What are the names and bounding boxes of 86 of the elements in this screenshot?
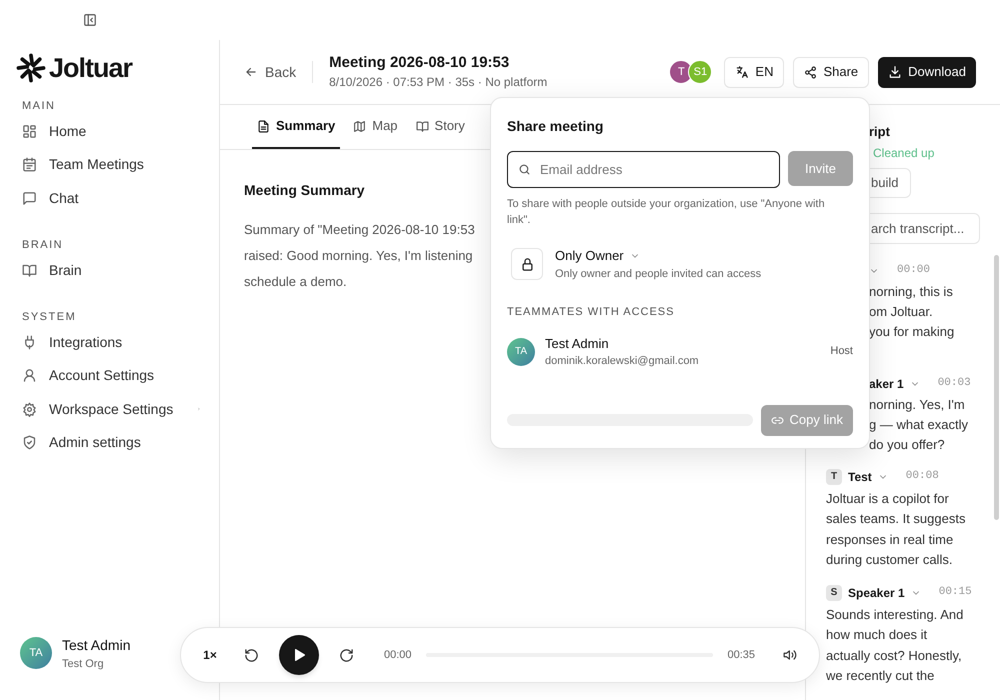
transcript-line: norning. Yes, I'm <box>869 396 966 414</box>
nav-item[interactable]: Admin settings <box>16 426 201 460</box>
document-icon <box>257 120 270 132</box>
meeting-meta: 8/10/2026 · 07:53 PM · 35s · No platform <box>329 74 548 91</box>
volume-icon <box>783 648 797 662</box>
transcript-text: Joltuar is a copilot for sales teams. It suggests responses in real time during customer calls. <box>826 490 966 569</box>
translate-icon <box>735 65 750 79</box>
nav-item[interactable]: Integrations <box>16 326 201 359</box>
sidebar-toggle-icon[interactable] <box>83 13 97 27</box>
org-name: Test Org <box>62 656 105 672</box>
meeting-title: Meeting 2026-08-10 19:53 <box>329 53 510 73</box>
speaker-name: aker 1 <box>869 376 904 392</box>
grid-icon <box>22 124 37 139</box>
user-name: Test Admin <box>62 636 130 654</box>
nav-item[interactable]: Brain <box>16 254 201 287</box>
arrow-left-icon <box>244 65 258 79</box>
plug-icon <box>22 334 37 350</box>
access-dropdown[interactable]: Only Owner <box>555 246 762 266</box>
transcript-line: norning, this is <box>869 282 954 301</box>
timestamp: 00:03 <box>938 376 971 392</box>
user-icon <box>22 368 37 384</box>
transcript-line: do you offer? <box>869 436 946 454</box>
download-button[interactable]: Download <box>878 56 976 88</box>
nav-item[interactable]: Workspace Settings <box>16 392 201 426</box>
language-button[interactable]: EN <box>724 56 784 88</box>
nav-item[interactable]: Chat <box>16 182 201 215</box>
calendar-icon <box>22 157 37 172</box>
gear-icon <box>22 402 37 417</box>
member-role: Host <box>830 344 853 360</box>
transcript-line: you for making <box>869 322 956 341</box>
tab[interactable]: Summary <box>252 105 340 149</box>
forward-button[interactable] <box>339 648 354 662</box>
logo-icon <box>16 51 46 85</box>
speaker-name: Speaker 1 <box>848 584 905 602</box>
rewind-icon <box>244 648 259 662</box>
shield-check-icon <box>22 435 37 450</box>
summary-heading: Meeting Summary <box>244 181 366 200</box>
share-icon <box>804 66 818 78</box>
section-heading: BRAIN <box>21 238 64 253</box>
volume-button[interactable] <box>783 648 797 662</box>
map-icon <box>353 120 366 132</box>
search-icon <box>518 163 531 176</box>
member-email: dominik.koralewski@gmail.com <box>545 354 700 369</box>
nav-item[interactable]: Team Meetings <box>16 148 201 182</box>
section-heading: MAIN <box>21 99 56 114</box>
status-text: Cleaned up <box>873 144 936 162</box>
member-name: Test Admin <box>545 334 610 352</box>
speaker-badge: S <box>826 584 842 600</box>
forward-icon <box>339 648 354 662</box>
share-button[interactable]: Share <box>793 56 870 88</box>
email-field[interactable]: Email address <box>507 151 780 188</box>
member-avatar: TA <box>507 338 535 366</box>
tab[interactable]: Story <box>410 105 470 149</box>
timestamp: 00:00 <box>897 263 930 278</box>
logo-text: Joltuar <box>49 54 132 82</box>
back-button[interactable]: Back <box>244 62 296 82</box>
rewind-button[interactable] <box>244 648 259 662</box>
speaker-badge: T <box>826 468 842 484</box>
scrollbar[interactable] <box>994 255 999 520</box>
nav-item[interactable]: Account Settings <box>16 359 201 392</box>
speed-button[interactable]: 1× <box>201 646 219 664</box>
padlock-drawing <box>520 256 534 272</box>
chat-bubble-icon <box>22 190 37 206</box>
transcript-text: Sounds interesting. And how much does it actually cost? Honestly, we recently cut the <box>826 606 964 685</box>
section-heading: SYSTEM <box>21 310 78 325</box>
user-avatar: TA <box>20 637 52 670</box>
panel-title: ript <box>869 123 891 141</box>
play-button[interactable] <box>279 635 319 675</box>
current-time: 00:00 <box>384 648 412 663</box>
timestamp: 00:15 <box>938 585 972 600</box>
open-book-icon <box>22 262 37 278</box>
speaker-name: Test <box>848 468 872 486</box>
duration: 00:35 <box>727 648 755 663</box>
download-icon <box>888 65 902 79</box>
timestamp: 00:08 <box>906 469 939 484</box>
transcript-line: om Joltuar. <box>869 302 934 320</box>
summary-text: Summary of "Meeting 2026-08-10 19:53 raised: Good morning. Yes, I'm listening schedule a demo. <box>244 221 475 291</box>
nav-item[interactable]: Home <box>16 114 201 148</box>
search-field[interactable]: arch transcript... <box>869 212 980 244</box>
open-book-icon <box>416 120 429 132</box>
participant-avatar: S1 <box>688 60 712 84</box>
access-description: Only owner and people invited can access <box>555 266 762 282</box>
hint-text: To share with people outside your organization, use "Anyone with link". <box>507 197 826 228</box>
popover-title: Share meeting <box>507 117 604 136</box>
section-heading: TEAMMATES WITH ACCESS <box>507 305 676 320</box>
tab[interactable]: Map <box>348 105 403 149</box>
